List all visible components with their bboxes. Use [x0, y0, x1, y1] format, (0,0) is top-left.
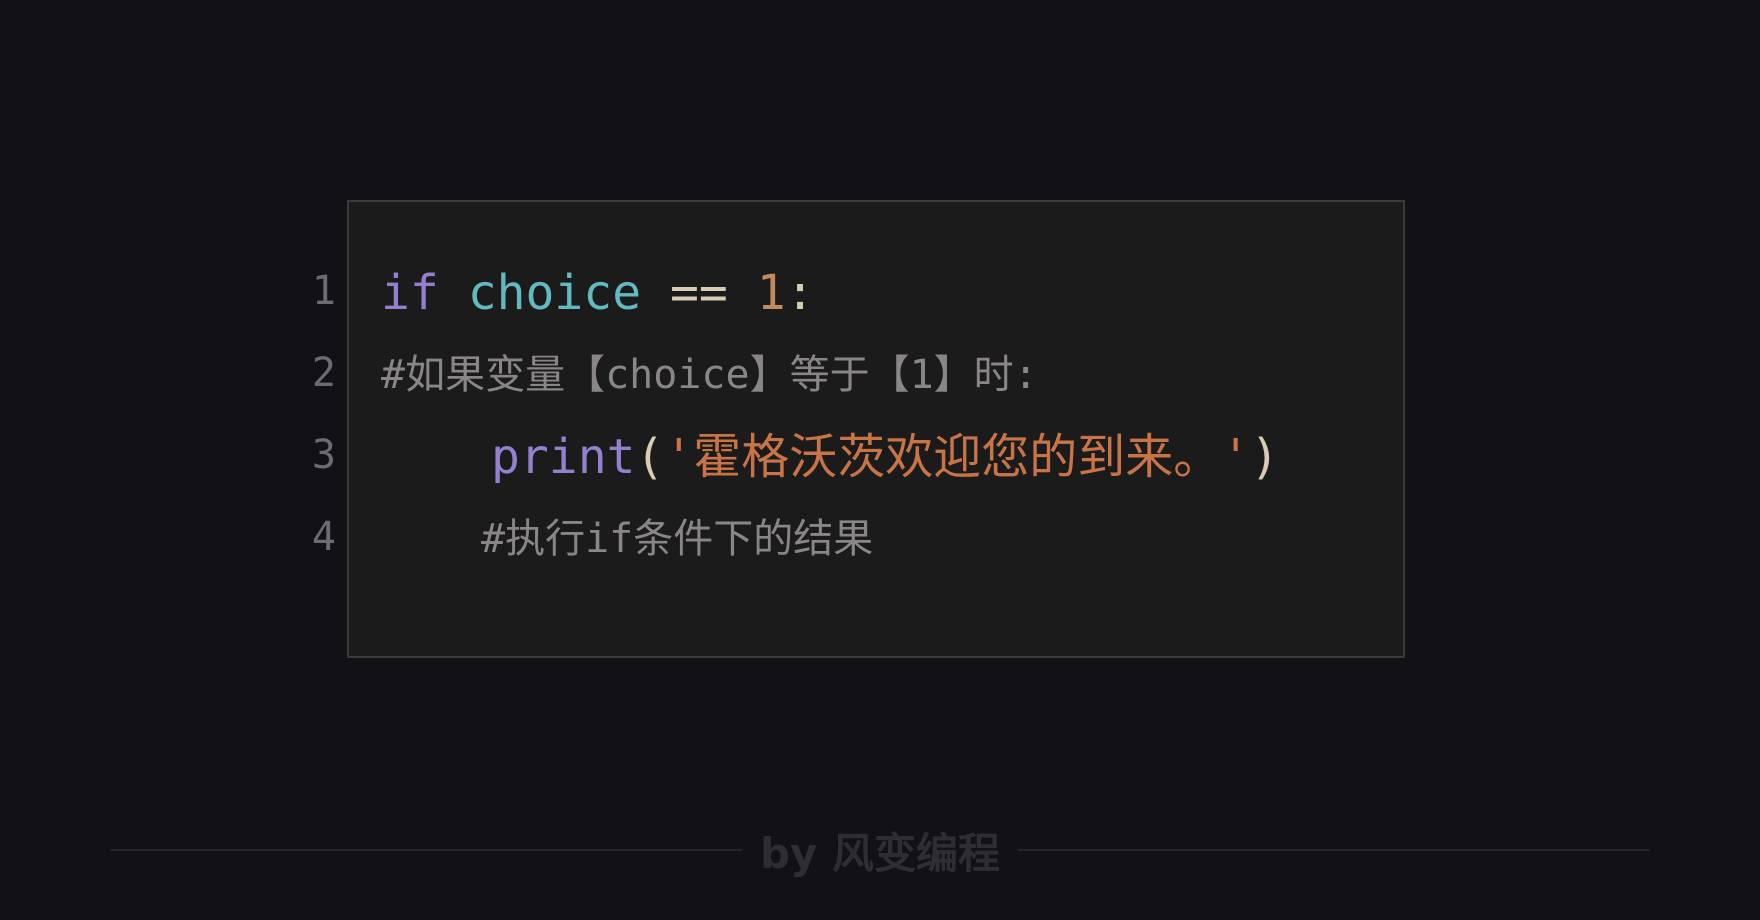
footer-divider-right: [1018, 849, 1651, 851]
operator-equals: ==: [670, 265, 728, 321]
string-literal: '霍格沃茨欢迎您的到来。': [664, 429, 1251, 485]
footer-credit: by 风变编程: [759, 828, 1001, 878]
line-number: 4: [311, 514, 336, 560]
number-literal: 1: [756, 265, 786, 321]
comment: #执行if条件下的结果: [481, 516, 874, 562]
colon: :: [785, 265, 815, 321]
line-number: 2: [311, 350, 336, 396]
line-number: 1: [311, 268, 336, 314]
footer-divider-left: [110, 849, 742, 851]
close-paren: ): [1250, 429, 1280, 485]
line-number-gutter: 1 2 3 4: [280, 250, 336, 578]
code-lines: if choice == 1: #如果变量【choice】等于【1】时: pri…: [381, 252, 1383, 580]
identifier-choice: choice: [467, 265, 642, 321]
code-line-4: #执行if条件下的结果: [381, 498, 1383, 580]
line-number: 3: [311, 432, 336, 478]
code-editor: if choice == 1: #如果变量【choice】等于【1】时: pri…: [347, 200, 1405, 658]
keyword-if: if: [381, 265, 439, 321]
open-paren: (: [635, 429, 665, 485]
footer: by 风变编程: [110, 820, 1651, 880]
code-line-3: print('霍格沃茨欢迎您的到来。'): [381, 416, 1383, 498]
function-print: print: [491, 429, 636, 485]
code-line-1: if choice == 1:: [381, 252, 1383, 334]
comment: #如果变量【choice】等于【1】时:: [381, 352, 1038, 398]
code-line-2: #如果变量【choice】等于【1】时:: [381, 334, 1383, 416]
